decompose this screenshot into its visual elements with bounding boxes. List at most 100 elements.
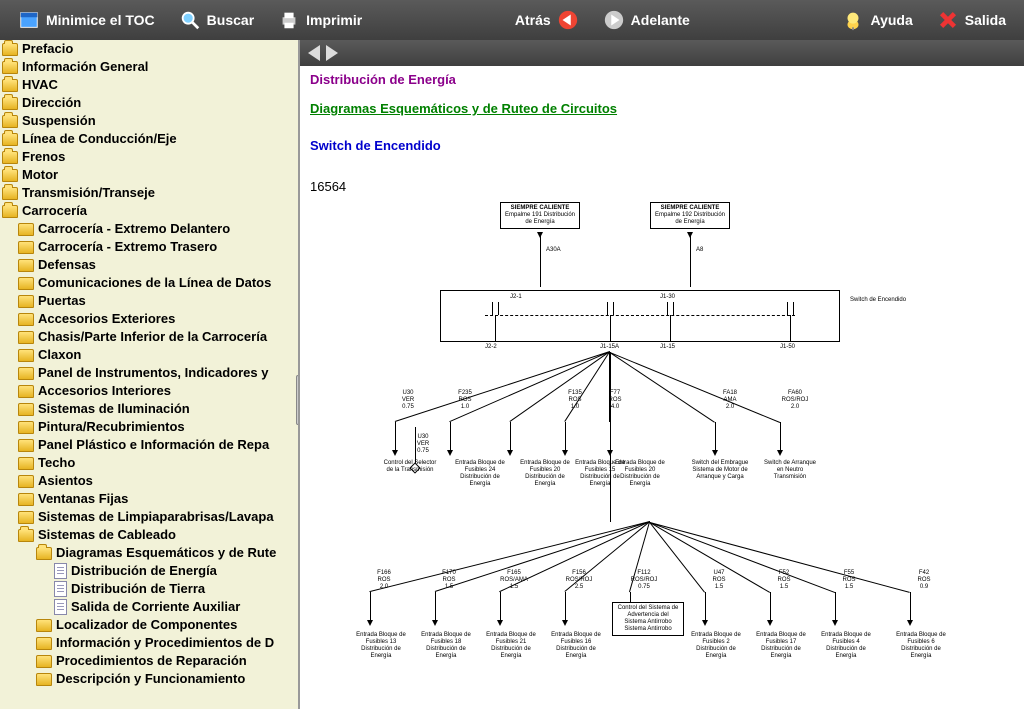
exit-button[interactable]: Salida: [927, 5, 1016, 35]
tree-folder-item[interactable]: Sistemas de Cableado: [0, 526, 298, 544]
toolbar-label: Imprimir: [306, 12, 362, 28]
tree-item-label: Sistemas de Iluminación: [38, 400, 190, 418]
tree-folder-item[interactable]: Carrocería: [0, 202, 298, 220]
tree-folder-item[interactable]: Ventanas Fijas: [0, 490, 298, 508]
diagram-wire-label: F77ROS4.0: [595, 390, 635, 411]
tree-doc-item[interactable]: Distribución de Tierra: [0, 580, 298, 598]
minimize-toc-button[interactable]: Minimice el TOC: [8, 5, 165, 35]
tree-folder-item[interactable]: Procedimientos de Reparación: [0, 652, 298, 670]
diagram-wire-label: F55ROS1.5: [827, 570, 871, 591]
tree-folder-item[interactable]: Dirección: [0, 94, 298, 112]
tree-folder-item[interactable]: Sistemas de Iluminación: [0, 400, 298, 418]
tree-folder-item[interactable]: Comunicaciones de la Línea de Datos: [0, 274, 298, 292]
page-prev-button[interactable]: [308, 45, 320, 61]
help-button[interactable]: Ayuda: [832, 5, 922, 35]
tree-folder-item[interactable]: Frenos: [0, 148, 298, 166]
folder-open-icon: [2, 133, 18, 146]
tree-folder-item[interactable]: Carrocería - Extremo Delantero: [0, 220, 298, 238]
tree-folder-item[interactable]: Descripción y Funcionamiento: [0, 670, 298, 688]
folder-open-icon: [2, 115, 18, 128]
tree-folder-item[interactable]: Línea de Conducción/Eje: [0, 130, 298, 148]
diagram-wire-label: F166ROS2.0: [362, 570, 406, 591]
forward-button[interactable]: Adelante: [593, 5, 700, 35]
breadcrumb-level2-link[interactable]: Diagramas Esquemáticos y de Ruteo de Cir…: [310, 101, 617, 116]
diagram-target-label: Control del Selector de la Transmisión: [380, 460, 440, 474]
tree-folder-item[interactable]: Techo: [0, 454, 298, 472]
tree-folder-item[interactable]: Prefacio: [0, 40, 298, 58]
diagram-target-label: Entrada Bloque de Fusibles 18 Distribuci…: [417, 632, 475, 660]
breadcrumb-level1: Distribución de Energía: [310, 72, 1014, 87]
tree-folder-item[interactable]: Suspensión: [0, 112, 298, 130]
diagram-target-box: Control del Sistema de Advertencia del S…: [612, 602, 684, 636]
folder-icon: [18, 457, 34, 470]
tree-item-label: Prefacio: [22, 40, 73, 58]
tree-folder-item[interactable]: Pintura/Recubrimientos: [0, 418, 298, 436]
tree-item-label: Ventanas Fijas: [38, 490, 128, 508]
tree-item-label: Chasis/Parte Inferior de la Carrocería: [38, 328, 267, 346]
diagram-switch-box: [440, 290, 840, 342]
tree-folder-item[interactable]: Panel Plástico e Información de Repa: [0, 436, 298, 454]
diagram-wire-label: F170ROS1.5: [427, 570, 471, 591]
diagram-wire-label: F165ROS/AMA1.5: [492, 570, 536, 591]
exit-icon: [937, 9, 959, 31]
splitter-handle[interactable]: ‹: [296, 375, 300, 425]
diagram-wire-label: U30VER0.75: [388, 390, 428, 411]
back-icon: [557, 9, 579, 31]
tree-folder-item[interactable]: Claxon: [0, 346, 298, 364]
figure-number: 16564: [310, 179, 1014, 194]
content-pane: Distribución de Energía Diagramas Esquem…: [300, 40, 1024, 709]
tree-folder-item[interactable]: Motor: [0, 166, 298, 184]
diagram-target-label: Entrada Bloque de Fusibles 16 Distribuci…: [547, 632, 605, 660]
diagram-wire-label: F235ROS1.0: [445, 390, 485, 411]
tree-item-label: Accesorios Exteriores: [38, 310, 175, 328]
tree-item-label: Comunicaciones de la Línea de Datos: [38, 274, 271, 292]
folder-icon: [18, 241, 34, 254]
folder-icon: [18, 223, 34, 236]
back-button[interactable]: Atrás: [505, 5, 589, 35]
tree-item-label: Pintura/Recubrimientos: [38, 418, 185, 436]
tree-item-label: Localizador de Componentes: [56, 616, 237, 634]
diagram-target-label: Entrada Bloque de Fusibles 4 Distribució…: [817, 632, 875, 660]
tree-item-label: Claxon: [38, 346, 81, 364]
tree-folder-item[interactable]: Diagramas Esquemáticos y de Rute: [0, 544, 298, 562]
tree-folder-item[interactable]: Accesorios Exteriores: [0, 310, 298, 328]
tree-folder-item[interactable]: Puertas: [0, 292, 298, 310]
diagram-target-label: Entrada Bloque de Fusibles 6 Distribució…: [892, 632, 950, 660]
folder-icon: [18, 259, 34, 272]
diagram-wire-label: F135ROS1.0: [555, 390, 595, 411]
folder-icon: [18, 349, 34, 362]
toolbar-label: Salida: [965, 12, 1006, 28]
tree-folder-item[interactable]: Información General: [0, 58, 298, 76]
main-toolbar: Minimice el TOC Buscar Imprimir Atrás Ad…: [0, 0, 1024, 40]
folder-open-icon: [18, 529, 34, 542]
tree-doc-item[interactable]: Distribución de Energía: [0, 562, 298, 580]
folder-open-icon: [2, 205, 18, 218]
tree-folder-item[interactable]: Chasis/Parte Inferior de la Carrocería: [0, 328, 298, 346]
tree-folder-item[interactable]: Accesorios Interiores: [0, 382, 298, 400]
page-next-button[interactable]: [326, 45, 338, 61]
tree-folder-item[interactable]: Asientos: [0, 472, 298, 490]
tree-folder-item[interactable]: HVAC: [0, 76, 298, 94]
tree-folder-item[interactable]: Defensas: [0, 256, 298, 274]
tree-folder-item[interactable]: Carrocería - Extremo Trasero: [0, 238, 298, 256]
tree-folder-item[interactable]: Sistemas de Limpiaparabrisas/Lavapa: [0, 508, 298, 526]
tree-folder-item[interactable]: Localizador de Componentes: [0, 616, 298, 634]
diagram-target-label: Entrada Bloque de Fusibles 21 Distribuci…: [482, 632, 540, 660]
tree-item-label: Frenos: [22, 148, 65, 166]
folder-icon: [18, 295, 34, 308]
diagram-pin-label: J1-15: [660, 344, 675, 351]
folder-icon: [18, 439, 34, 452]
tree-item-label: Panel de Instrumentos, Indicadores y: [38, 364, 268, 382]
tree-folder-item[interactable]: Panel de Instrumentos, Indicadores y: [0, 364, 298, 382]
tree-folder-item[interactable]: Información y Procedimientos de D: [0, 634, 298, 652]
tree-doc-item[interactable]: Salida de Corriente Auxiliar: [0, 598, 298, 616]
search-button[interactable]: Buscar: [169, 5, 264, 35]
print-button[interactable]: Imprimir: [268, 5, 372, 35]
tree-item-label: Carrocería - Extremo Trasero: [38, 238, 217, 256]
tree-folder-item[interactable]: Transmisión/Transeje: [0, 184, 298, 202]
folder-icon: [18, 493, 34, 506]
tree-item-label: Línea de Conducción/Eje: [22, 130, 177, 148]
document-icon: [54, 599, 67, 615]
tree-item-label: Sistemas de Limpiaparabrisas/Lavapa: [38, 508, 274, 526]
folder-icon: [36, 637, 52, 650]
